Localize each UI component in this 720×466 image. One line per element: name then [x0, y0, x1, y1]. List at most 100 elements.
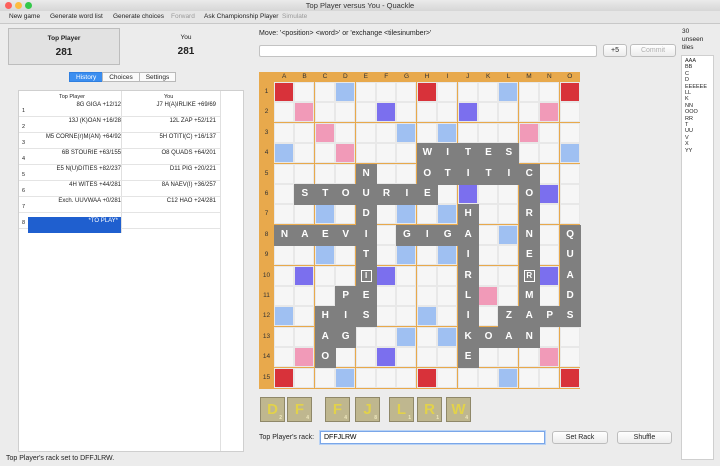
board-square[interactable]: [294, 367, 315, 388]
board-square[interactable]: [539, 163, 560, 184]
board-square[interactable]: [498, 184, 519, 204]
board-square[interactable]: [376, 286, 396, 306]
board-square[interactable]: [478, 347, 498, 368]
triple-letter-square[interactable]: [457, 102, 478, 123]
board-square[interactable]: [294, 306, 315, 327]
board-square[interactable]: [274, 326, 294, 347]
board-square[interactable]: [314, 82, 335, 102]
board-square[interactable]: [335, 245, 356, 266]
board-square[interactable]: [335, 163, 356, 184]
double-letter-square[interactable]: [335, 82, 356, 102]
board-square[interactable]: [376, 224, 396, 245]
board-square[interactable]: [478, 367, 498, 388]
minimize-window-button[interactable]: [15, 2, 22, 9]
double-letter-square[interactable]: [559, 143, 580, 164]
board-square[interactable]: [437, 82, 458, 102]
board-square[interactable]: [518, 82, 539, 102]
board-square[interactable]: [539, 82, 560, 102]
double-letter-square[interactable]: [437, 204, 458, 225]
double-letter-square[interactable]: [396, 204, 417, 225]
board-square[interactable]: [478, 102, 498, 123]
board-square[interactable]: [274, 102, 294, 123]
board-square[interactable]: [498, 102, 519, 123]
ask-championship-player-button[interactable]: Ask Championship Player: [204, 13, 278, 20]
board-square[interactable]: [376, 245, 396, 266]
double-letter-square[interactable]: [498, 224, 519, 245]
board-square[interactable]: [376, 204, 396, 225]
double-letter-square[interactable]: [437, 245, 458, 266]
board-square[interactable]: [559, 204, 580, 225]
rack-tile[interactable]: J8: [355, 397, 380, 422]
board-square[interactable]: [274, 184, 294, 204]
board-square[interactable]: [539, 286, 560, 306]
board-square[interactable]: [457, 82, 478, 102]
board-square[interactable]: [396, 82, 417, 102]
board-square[interactable]: [335, 102, 356, 123]
commit-button[interactable]: Commit: [630, 44, 676, 57]
board-square[interactable]: [376, 306, 396, 327]
new-game-button[interactable]: New game: [9, 13, 40, 20]
board-square[interactable]: [314, 265, 335, 286]
double-letter-square[interactable]: [314, 245, 335, 266]
board-square[interactable]: [478, 245, 498, 266]
double-word-square[interactable]: [314, 122, 335, 143]
board-square[interactable]: [478, 184, 498, 204]
generate-word-list-button[interactable]: Generate word list: [50, 13, 103, 20]
triple-letter-square[interactable]: [294, 265, 315, 286]
board-square[interactable]: [355, 102, 376, 123]
board-square[interactable]: [437, 306, 458, 327]
board-square[interactable]: [396, 286, 417, 306]
board-square[interactable]: [314, 102, 335, 123]
board-square[interactable]: [376, 163, 396, 184]
board-square[interactable]: [314, 286, 335, 306]
tab-history[interactable]: History: [69, 72, 104, 82]
board-square[interactable]: [274, 122, 294, 143]
board-square[interactable]: [478, 265, 498, 286]
double-letter-square[interactable]: [314, 204, 335, 225]
board-square[interactable]: [498, 245, 519, 266]
board-square[interactable]: [559, 122, 580, 143]
generate-choices-button[interactable]: Generate choices: [113, 13, 164, 20]
board-square[interactable]: [539, 245, 560, 266]
board-square[interactable]: [518, 102, 539, 123]
tab-settings[interactable]: Settings: [138, 72, 177, 82]
board-square[interactable]: [314, 143, 335, 164]
board-square[interactable]: [274, 245, 294, 266]
board-square[interactable]: [539, 204, 560, 225]
board-square[interactable]: [518, 347, 539, 368]
board-square[interactable]: [355, 326, 376, 347]
board-square[interactable]: [274, 265, 294, 286]
board-square[interactable]: [437, 347, 458, 368]
board-square[interactable]: [416, 204, 437, 225]
board-square[interactable]: [416, 326, 437, 347]
board-square[interactable]: [539, 326, 560, 347]
board-square[interactable]: [559, 163, 580, 184]
board-square[interactable]: [274, 347, 294, 368]
board-square[interactable]: [539, 367, 560, 388]
simulate-button[interactable]: Simulate: [282, 13, 307, 20]
board-square[interactable]: [335, 122, 356, 143]
close-window-button[interactable]: [5, 2, 12, 9]
rack-tile[interactable]: W4: [446, 397, 471, 422]
tab-choices[interactable]: Choices: [102, 72, 140, 82]
board-square[interactable]: [498, 204, 519, 225]
double-word-square[interactable]: [478, 286, 498, 306]
history-row[interactable]: 2 13J (K)OAN +16/28 12L ZAP +52/121: [19, 117, 220, 133]
board-square[interactable]: [294, 204, 315, 225]
board-square[interactable]: [376, 82, 396, 102]
double-letter-square[interactable]: [498, 367, 519, 388]
double-word-square[interactable]: [539, 102, 560, 123]
move-input[interactable]: [259, 45, 597, 57]
board-square[interactable]: [294, 326, 315, 347]
board-square[interactable]: [518, 367, 539, 388]
board-square[interactable]: [437, 286, 458, 306]
board-square[interactable]: [518, 143, 539, 164]
plus5-button[interactable]: +5: [603, 44, 627, 57]
board-square[interactable]: [294, 245, 315, 266]
double-word-square[interactable]: [335, 143, 356, 164]
rack-tile[interactable]: L1: [389, 397, 414, 422]
board-square[interactable]: [274, 204, 294, 225]
board-square[interactable]: [396, 143, 417, 164]
double-letter-square[interactable]: [437, 122, 458, 143]
history-row[interactable]: 5 E5 N(U)DITIES +82/237 D11 PIG +20/221: [19, 165, 220, 181]
